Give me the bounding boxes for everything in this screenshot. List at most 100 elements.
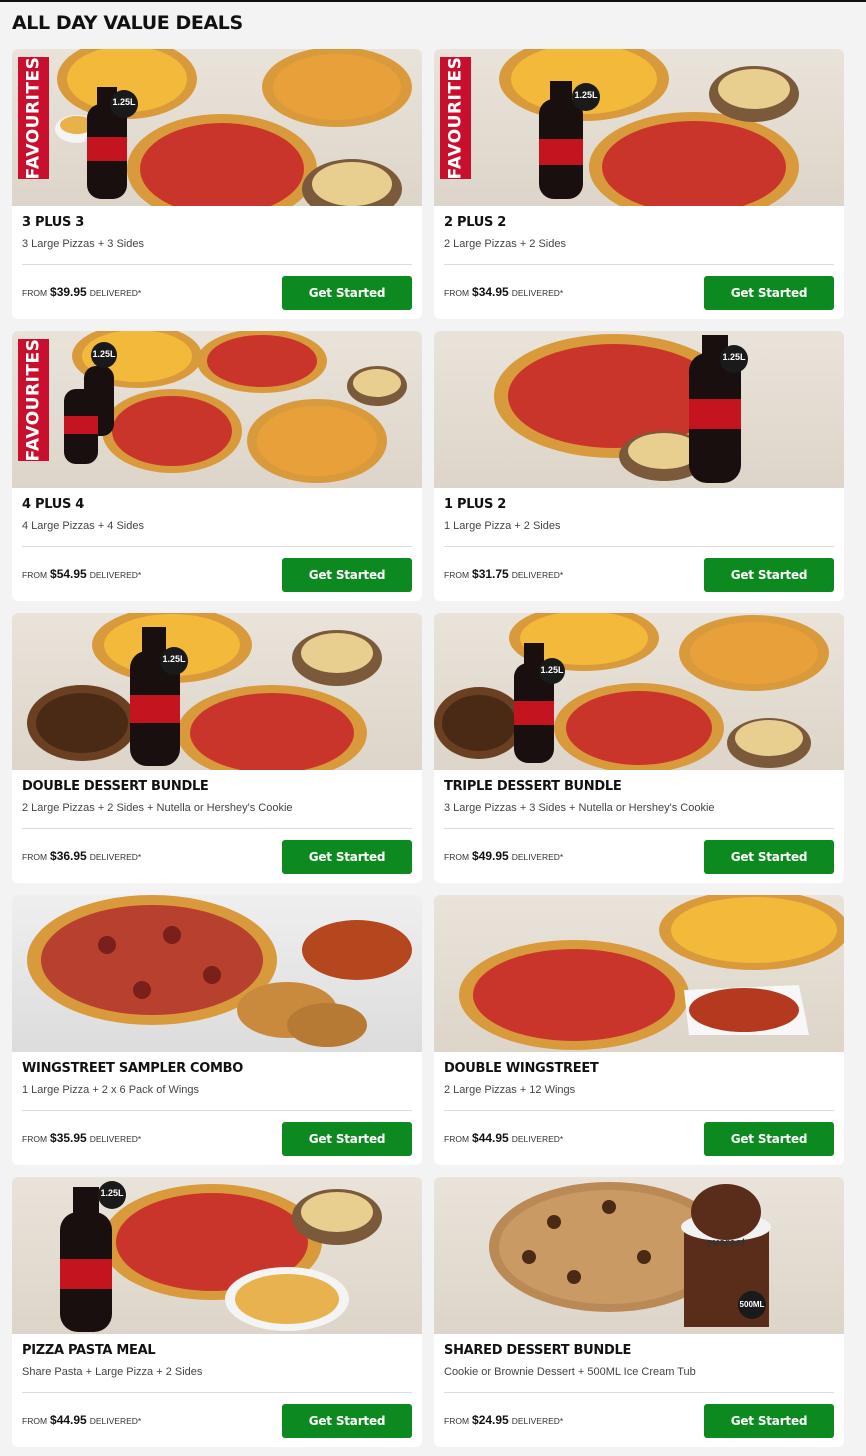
- get-started-button[interactable]: Get Started: [282, 558, 412, 592]
- deal-price: FROM $49.95 DELIVERED*: [444, 849, 563, 863]
- deal-price: FROM $39.95 DELIVERED*: [22, 285, 141, 299]
- price-amount: $49.95: [472, 849, 509, 863]
- price-suffix: DELIVERED*: [89, 852, 142, 862]
- deal-image: 1.25L: [434, 613, 844, 770]
- bottle-size-badge: 1.25L: [574, 90, 598, 100]
- price-suffix: DELIVERED*: [511, 1416, 564, 1426]
- deal-card-pizza-pasta-meal[interactable]: 1.25L PIZZA PASTA MEAL Share Pasta + Lar…: [12, 1177, 422, 1447]
- get-started-button[interactable]: Get Started: [704, 840, 834, 874]
- price-amount: $36.95: [50, 849, 87, 863]
- deal-description: 4 Large Pizzas + 4 Sides: [22, 520, 144, 532]
- get-started-button[interactable]: Get Started: [282, 1404, 412, 1438]
- deal-title: PIZZA PASTA MEAL: [22, 1343, 156, 1358]
- price-suffix: DELIVERED*: [511, 288, 564, 298]
- price-prefix: FROM: [444, 288, 470, 298]
- deal-image: 1.25L: [12, 613, 422, 770]
- price-suffix: DELIVERED*: [89, 288, 142, 298]
- deal-title: DOUBLE DESSERT BUNDLE: [22, 779, 209, 794]
- price-amount: $34.95: [472, 285, 509, 299]
- price-amount: $24.95: [472, 1413, 509, 1427]
- price-amount: $44.95: [472, 1131, 509, 1145]
- price-suffix: DELIVERED*: [89, 1416, 142, 1426]
- deal-card-double-dessert-bundle[interactable]: 1.25L DOUBLE DESSERT BUNDLE 2 Large Pizz…: [12, 613, 422, 883]
- deal-card-1-plus-2[interactable]: 1.25L 1 PLUS 2 1 Large Pizza + 2 Sides F…: [434, 331, 844, 601]
- deal-card-wingstreet-sampler-combo[interactable]: WINGSTREET SAMPLER COMBO 1 Large Pizza +…: [12, 895, 422, 1165]
- get-started-button[interactable]: Get Started: [704, 558, 834, 592]
- deal-price: FROM $24.95 DELIVERED*: [444, 1413, 563, 1427]
- price-suffix: DELIVERED*: [89, 570, 142, 580]
- section-title: ALL DAY VALUE DEALS: [12, 12, 243, 34]
- deal-card-3-plus-3[interactable]: 1.25L FAVOURITES 3 PLUS 3 3 Large Pizzas…: [12, 49, 422, 319]
- get-started-button[interactable]: Get Started: [282, 276, 412, 310]
- price-amount: $44.95: [50, 1413, 87, 1427]
- deal-price: FROM $44.95 DELIVERED*: [444, 1131, 563, 1145]
- deal-image: 1.25L FAVOURITES: [12, 331, 422, 488]
- get-started-button[interactable]: Get Started: [704, 1404, 834, 1438]
- deal-price: FROM $54.95 DELIVERED*: [22, 567, 141, 581]
- deal-price: FROM $36.95 DELIVERED*: [22, 849, 141, 863]
- price-prefix: FROM: [22, 852, 48, 862]
- top-border: [0, 0, 866, 2]
- bottle-size-badge: 1.25L: [722, 352, 746, 362]
- divider: [22, 1392, 412, 1393]
- deal-card-2-plus-2[interactable]: 1.25L FAVOURITES 2 PLUS 2 2 Large Pizzas…: [434, 49, 844, 319]
- tub-size-badge: 500ML: [739, 1300, 765, 1309]
- price-suffix: DELIVERED*: [511, 570, 564, 580]
- price-prefix: FROM: [444, 1416, 470, 1426]
- deal-image: 1.25L FAVOURITES: [12, 49, 422, 206]
- deal-title: WINGSTREET SAMPLER COMBO: [22, 1061, 243, 1076]
- deal-description: 3 Large Pizzas + 3 Sides + Nutella or He…: [444, 802, 715, 814]
- bottle-size-badge: 1.25L: [100, 1188, 124, 1198]
- divider: [444, 828, 834, 829]
- bottle-size-badge: 1.25L: [112, 97, 136, 107]
- get-started-button[interactable]: Get Started: [282, 840, 412, 874]
- divider: [22, 1110, 412, 1111]
- deal-card-shared-dessert-bundle[interactable]: everest 500ML SHARED DESSERT BUNDLE Cook…: [434, 1177, 844, 1447]
- bottle-size-badge: 1.25L: [540, 665, 564, 675]
- deal-title: SHARED DESSERT BUNDLE: [444, 1343, 632, 1358]
- price-prefix: FROM: [444, 1134, 470, 1144]
- price-prefix: FROM: [444, 570, 470, 580]
- deal-price: FROM $31.75 DELIVERED*: [444, 567, 563, 581]
- deal-card-double-wingstreet[interactable]: DOUBLE WINGSTREET 2 Large Pizzas + 12 Wi…: [434, 895, 844, 1165]
- price-amount: $54.95: [50, 567, 87, 581]
- get-started-button[interactable]: Get Started: [282, 1122, 412, 1156]
- deal-title: 3 PLUS 3: [22, 215, 85, 230]
- get-started-button[interactable]: Get Started: [704, 1122, 834, 1156]
- deal-description: 2 Large Pizzas + 12 Wings: [444, 1084, 576, 1096]
- price-prefix: FROM: [22, 1416, 48, 1426]
- price-suffix: DELIVERED*: [511, 1134, 564, 1144]
- divider: [444, 546, 834, 547]
- price-suffix: DELIVERED*: [89, 1134, 142, 1144]
- deal-image: 1.25L: [434, 331, 844, 488]
- divider: [22, 546, 412, 547]
- deal-price: FROM $34.95 DELIVERED*: [444, 285, 563, 299]
- favourites-ribbon: FAVOURITES: [18, 57, 49, 179]
- deal-description: 1 Large Pizza + 2 Sides: [444, 520, 561, 532]
- price-suffix: DELIVERED*: [511, 852, 564, 862]
- divider: [444, 1392, 834, 1393]
- tub-brand: everest: [706, 1237, 746, 1249]
- get-started-button[interactable]: Get Started: [704, 276, 834, 310]
- price-amount: $31.75: [472, 567, 509, 581]
- deal-description: 3 Large Pizzas + 3 Sides: [22, 238, 144, 250]
- favourites-ribbon: FAVOURITES: [440, 57, 471, 179]
- deal-description: Share Pasta + Large Pizza + 2 Sides: [22, 1366, 203, 1378]
- price-prefix: FROM: [444, 852, 470, 862]
- deal-card-triple-dessert-bundle[interactable]: 1.25L TRIPLE DESSERT BUNDLE 3 Large Pizz…: [434, 613, 844, 883]
- favourites-ribbon: FAVOURITES: [18, 339, 49, 461]
- deal-image: [434, 895, 844, 1052]
- bottle-size-badge: 1.25L: [92, 349, 116, 359]
- divider: [22, 264, 412, 265]
- deal-title: DOUBLE WINGSTREET: [444, 1061, 599, 1076]
- deal-title: TRIPLE DESSERT BUNDLE: [444, 779, 622, 794]
- deal-title: 1 PLUS 2: [444, 497, 507, 512]
- divider: [22, 828, 412, 829]
- deal-description: 1 Large Pizza + 2 x 6 Pack of Wings: [22, 1084, 200, 1096]
- deal-title: 4 PLUS 4: [22, 497, 85, 512]
- divider: [444, 1110, 834, 1111]
- deal-card-4-plus-4[interactable]: 1.25L FAVOURITES 4 PLUS 4 4 Large Pizzas…: [12, 331, 422, 601]
- price-prefix: FROM: [22, 1134, 48, 1144]
- deal-image: 1.25L: [12, 1177, 422, 1334]
- deal-price: FROM $44.95 DELIVERED*: [22, 1413, 141, 1427]
